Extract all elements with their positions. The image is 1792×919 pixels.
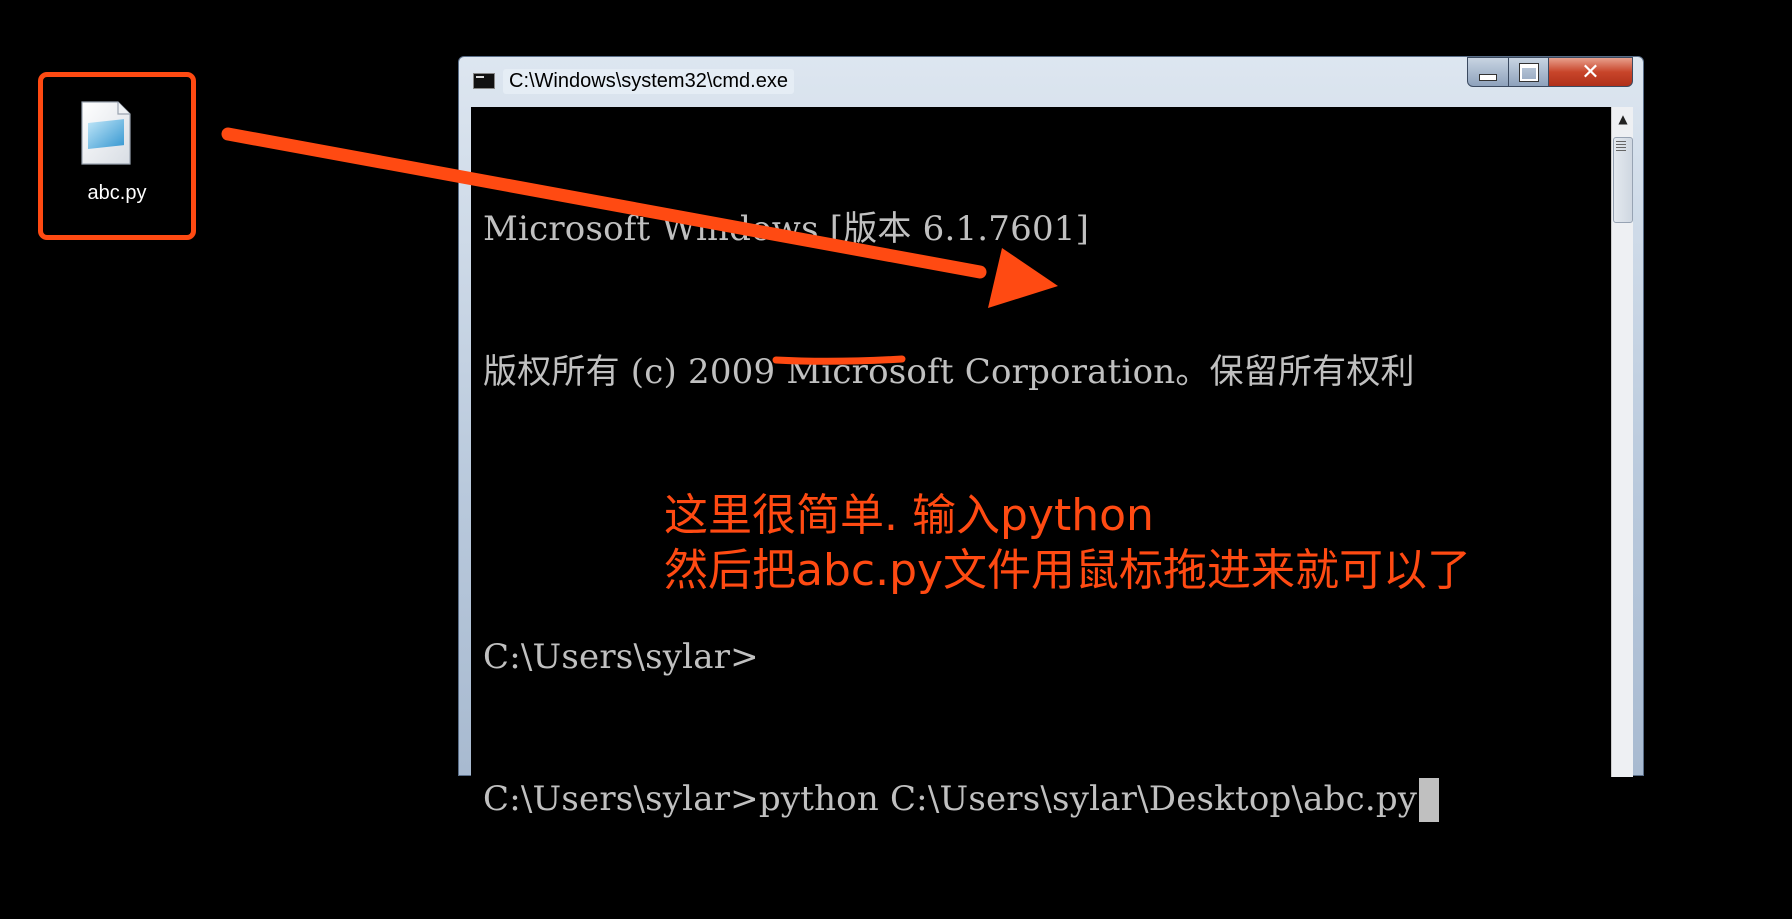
grip-icon	[1616, 141, 1626, 153]
close-button[interactable]: ✕	[1549, 57, 1633, 87]
vertical-scrollbar[interactable]: ▲	[1611, 107, 1633, 777]
desktop-file-label[interactable]: abc.py	[38, 182, 196, 205]
annotation-text: 这里很简单. 输入python 然后把abc.py文件用鼠标拖进来就可以了	[664, 488, 1471, 598]
text-cursor	[1419, 778, 1440, 822]
minimize-icon	[1479, 73, 1497, 81]
window-controls: ✕	[1467, 57, 1633, 87]
console-input-line[interactable]: C:\Users\sylar>python C:\Users\sylar\Des…	[483, 776, 1440, 824]
console-output[interactable]: Microsoft Windows [版本 6.1.7601] 版权所有 (c)…	[471, 107, 1611, 822]
scroll-up-icon[interactable]: ▲	[1612, 107, 1634, 131]
minimize-button[interactable]	[1467, 57, 1509, 87]
maximize-icon	[1518, 62, 1539, 82]
annotation-line-2: 然后把abc.py文件用鼠标拖进来就可以了	[664, 545, 1472, 596]
python-file-icon[interactable]	[78, 100, 134, 166]
console-line: Microsoft Windows [版本 6.1.7601]	[483, 209, 1090, 249]
annotation-line-1: 这里很简单. 输入python	[664, 490, 1154, 541]
maximize-button[interactable]	[1509, 57, 1549, 87]
cmd-window[interactable]: C:\Windows\system32\cmd.exe ✕ Microsoft …	[458, 56, 1644, 822]
close-icon: ✕	[1581, 59, 1600, 85]
console-command: C:\Users\sylar>python C:\Users\sylar\Des…	[483, 779, 1418, 819]
window-title: C:\Windows\system32\cmd.exe	[503, 69, 794, 94]
console-line: 版权所有 (c) 2009 Microsoft Corporation。保留所有…	[483, 351, 1415, 392]
console-line: C:\Users\sylar>	[483, 636, 759, 677]
title-bar[interactable]: C:\Windows\system32\cmd.exe ✕	[459, 57, 1643, 107]
cmd-app-icon[interactable]	[473, 73, 495, 89]
